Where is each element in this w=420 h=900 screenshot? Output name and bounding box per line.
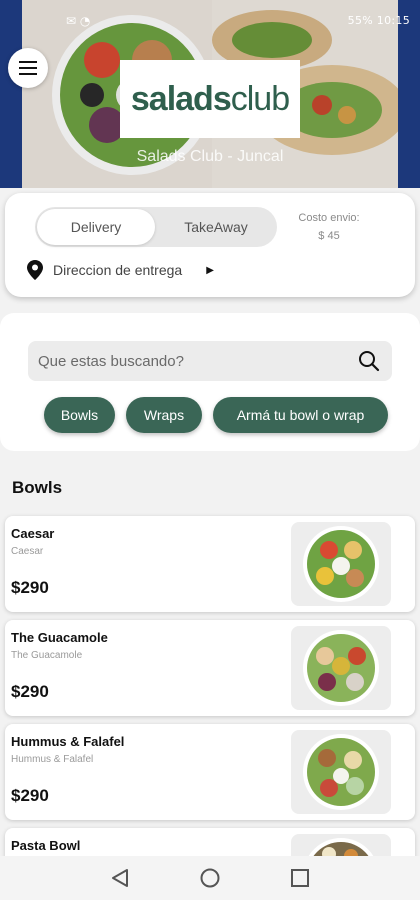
back-button[interactable] [107,865,133,891]
takeaway-option[interactable]: TakeAway [157,209,275,245]
address-selector[interactable]: Direccion de entrega ▶ [27,259,214,281]
delivery-fee: Costo envio: $ 45 [289,209,369,245]
system-nav-bar [0,856,420,900]
product-image [291,626,391,710]
section-title: Bowls [12,478,63,497]
location-pin-icon [27,260,43,280]
order-options-card: Delivery TakeAway Costo envio: $ 45 Dire… [5,193,415,297]
product-price: $290 [11,578,49,597]
address-label: Direccion de entrega [53,262,183,278]
search-placeholder: Que estas buscando? [38,352,184,370]
recents-icon [291,869,309,887]
search-icon[interactable] [358,350,380,372]
delivery-option[interactable]: Delivery [37,209,155,245]
fee-value: $ 45 [318,230,340,242]
home-button[interactable] [197,865,223,891]
status-bar: 55% 10:15 [348,14,410,27]
search-section: Que estas buscando? Bowls Wraps Armá tu … [0,313,420,451]
search-input[interactable]: Que estas buscando? [28,341,392,381]
product-card-hummus-falafel[interactable]: Hummus & Falafel Hummus & Falafel $290 [5,724,415,820]
caret-right-icon: ▶ [206,264,214,276]
product-description: Caesar [11,546,44,557]
category-chips: Bowls Wraps Armá tu bowl o wrap [44,397,388,433]
product-name: The Guacamole [11,630,108,645]
product-name: Pasta Bowl [11,838,81,853]
product-name: Caesar [11,526,55,541]
product-image [291,730,391,814]
back-icon [112,869,128,887]
category-chip-bowls[interactable]: Bowls [44,397,115,433]
product-card-guacamole[interactable]: The Guacamole The Guacamole $290 [5,620,415,716]
home-icon [200,868,220,888]
time-label: 10:15 [376,14,410,27]
product-price: $290 [11,786,49,805]
fee-label: Costo envio: [298,212,360,224]
status-icons: ✉ ◔ [66,14,91,28]
product-name: Hummus & Falafel [11,734,125,749]
category-chip-build[interactable]: Armá tu bowl o wrap [213,397,388,433]
menu-icon [19,61,37,75]
hero-banner: ✉ ◔ 55% 10:15 saladsclub Salads Club - J… [0,0,420,188]
product-description: The Guacamole [11,650,83,661]
product-description: Hummus & Falafel [11,754,94,765]
brand-logo: saladsclub [120,60,300,138]
product-image [291,522,391,606]
recents-button[interactable] [287,865,313,891]
category-chip-wraps[interactable]: Wraps [126,397,202,433]
battery-label: 55% [347,14,373,27]
menu-button[interactable] [8,48,48,88]
logo-text: saladsclub [130,79,290,118]
product-price: $290 [11,682,49,701]
store-name: Salads Club - Juncal [136,148,284,165]
product-card-caesar[interactable]: Caesar Caesar $290 [5,516,415,612]
order-mode-toggle: Delivery TakeAway [35,207,277,247]
